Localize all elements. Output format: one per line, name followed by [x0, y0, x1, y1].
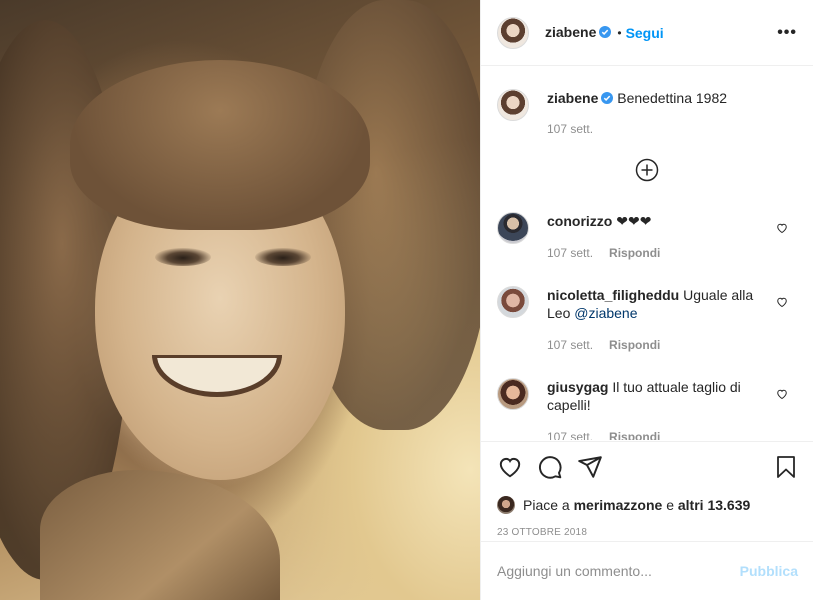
comment-time[interactable]: 107 sett. — [547, 336, 593, 354]
separator-dot: • — [617, 25, 622, 40]
caption: ziabene Benedettina 1982 107 sett. — [497, 89, 798, 138]
liker-username[interactable]: merimazzone — [574, 497, 663, 513]
heart-icon[interactable] — [776, 388, 788, 400]
comment-avatar[interactable] — [497, 378, 529, 410]
post-side-panel: ziabene • Segui ••• ziabene Benedettina … — [480, 0, 813, 600]
comment-input[interactable] — [497, 563, 740, 579]
caption-meta: 107 sett. — [547, 120, 762, 138]
comment-line: conorizzo ❤❤❤ — [547, 212, 762, 230]
caption-body: ziabene Benedettina 1982 107 sett. — [547, 89, 762, 138]
like-heart-icon[interactable] — [497, 454, 523, 480]
comment-mention[interactable]: @ziabene — [574, 305, 637, 321]
caption-line: ziabene Benedettina 1982 — [547, 89, 762, 107]
heart-icon[interactable] — [776, 296, 788, 308]
comment-line: giusygag Il tuo attuale taglio di capell… — [547, 378, 762, 414]
caption-avatar[interactable] — [497, 89, 529, 121]
comment-line: nicoletta_filigheddu Uguale alla Leo @zi… — [547, 286, 762, 322]
likes-count-button[interactable]: altri 13.639 — [678, 497, 750, 513]
reply-button[interactable]: Rispondi — [609, 428, 660, 440]
comment-avatar[interactable] — [497, 286, 529, 318]
comment-item: giusygag Il tuo attuale taglio di capell… — [497, 378, 798, 440]
comment-avatar[interactable] — [497, 212, 529, 244]
post-photo[interactable] — [0, 0, 480, 600]
post-date[interactable]: 23 OTTOBRE 2018 — [497, 527, 798, 538]
share-icon[interactable] — [577, 454, 603, 480]
author-username[interactable]: ziabene — [545, 24, 612, 42]
bookmark-icon[interactable] — [774, 454, 798, 480]
author-avatar[interactable] — [497, 16, 529, 49]
reply-button[interactable]: Rispondi — [609, 244, 660, 262]
comment-text: ❤❤❤ — [616, 213, 652, 229]
action-icons — [497, 454, 798, 480]
likes-summary: Piace a merimazzone e altri 13.639 — [497, 496, 798, 514]
photo-region — [40, 470, 280, 600]
more-options-button[interactable]: ••• — [777, 24, 797, 42]
caption-username[interactable]: ziabene — [547, 90, 598, 106]
expand-icon[interactable] — [635, 158, 659, 182]
comment-body: nicoletta_filigheddu Uguale alla Leo @zi… — [547, 286, 762, 354]
comment-time[interactable]: 107 sett. — [547, 244, 593, 262]
add-comment-bar: Pubblica — [481, 541, 813, 600]
comment-username[interactable]: nicoletta_filigheddu — [547, 287, 679, 303]
verified-icon — [599, 25, 612, 38]
author-username-text[interactable]: ziabene — [545, 24, 596, 40]
comment-icon[interactable] — [537, 454, 563, 480]
comment-meta: 107 sett. Rispondi — [547, 244, 762, 262]
likes-connector: e — [666, 497, 674, 513]
comment-meta: 107 sett. Rispondi — [547, 428, 762, 440]
likes-prefix: Piace a — [523, 497, 570, 513]
photo-region — [155, 248, 211, 266]
comment-body: conorizzo ❤❤❤ 107 sett. Rispondi — [547, 212, 762, 262]
comment-item: conorizzo ❤❤❤ 107 sett. Rispondi — [497, 212, 798, 262]
comments-list[interactable]: ziabene Benedettina 1982 107 sett. conor… — [481, 67, 813, 440]
comment-time[interactable]: 107 sett. — [547, 428, 593, 440]
verified-icon — [601, 92, 614, 104]
comment-item: nicoletta_filigheddu Uguale alla Leo @zi… — [497, 286, 798, 354]
comment-body: giusygag Il tuo attuale taglio di capell… — [547, 378, 762, 440]
liker-avatar[interactable] — [497, 496, 515, 514]
caption-time[interactable]: 107 sett. — [547, 120, 593, 138]
heart-icon[interactable] — [776, 222, 788, 234]
post-header: ziabene • Segui ••• — [481, 0, 813, 66]
publish-button[interactable]: Pubblica — [740, 563, 798, 579]
follow-button[interactable]: Segui — [626, 25, 664, 41]
comment-username[interactable]: conorizzo — [547, 213, 612, 229]
post-actions: Piace a merimazzone e altri 13.639 23 OT… — [481, 441, 813, 538]
comment-meta: 107 sett. Rispondi — [547, 336, 762, 354]
caption-text: Benedettina 1982 — [617, 90, 728, 106]
comment-username[interactable]: giusygag — [547, 379, 608, 395]
reply-button[interactable]: Rispondi — [609, 336, 660, 354]
photo-region — [255, 248, 311, 266]
photo-region — [70, 60, 370, 230]
